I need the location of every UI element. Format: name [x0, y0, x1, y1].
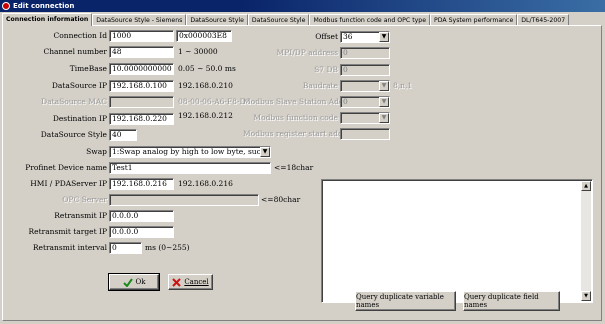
vertical-scrollbar[interactable]: ▲ ▼ [581, 181, 591, 301]
opc-server-hint: <=80char [261, 195, 301, 204]
chevron-down-icon[interactable]: ▼ [260, 147, 270, 157]
results-memo[interactable]: ▲ ▼ [321, 179, 593, 303]
datasource-mac-hint: 08-00-06-A6-F8-D6 [178, 97, 251, 106]
datasource-mac-input [109, 96, 174, 108]
offset-select[interactable]: 36 ▼ [340, 31, 390, 43]
channel-number-label: Channel number [43, 47, 107, 56]
profinet-label: Profinet Device name [25, 163, 107, 172]
timebase-hint: 0.05 ~ 50.0 ms [178, 64, 236, 73]
datasource-mac-label: DataSource MAC [41, 97, 107, 106]
hmi-ip-label: HMI / PDAServer IP [30, 179, 107, 188]
baudrate-label: Baudrate [302, 81, 338, 90]
offset-label: Offset [315, 32, 338, 41]
channel-number-hint: 1 ~ 30000 [178, 47, 218, 56]
scroll-down-icon[interactable]: ▼ [581, 291, 591, 301]
scroll-up-icon[interactable]: ▲ [581, 181, 591, 191]
retransmit-interval-input[interactable]: 0 [109, 242, 142, 254]
baudrate-hint: 8,n,1 [393, 81, 413, 90]
swap-label: Swap [86, 147, 107, 156]
baudrate-select: ▼ [340, 80, 390, 92]
modbus-register-label: Modbus register start address [243, 129, 359, 138]
opc-server-input [109, 194, 259, 206]
cancel-button[interactable]: Cancel [168, 274, 213, 290]
datasource-ip-hint: 192.168.0.210 [178, 81, 233, 90]
mpi-address-label: MPI/DP address [276, 48, 338, 57]
app-icon [2, 2, 10, 10]
destination-ip-input[interactable]: 192.168.0.220 [109, 113, 174, 125]
modbus-slave-label: Modbus Slave Station Address [243, 97, 360, 106]
connection-id-label: Connection Id [53, 31, 107, 40]
ok-button-label: Ok [135, 278, 146, 286]
title-bar: Edit connection [0, 0, 605, 12]
swap-select[interactable]: 1:Swap analog by high to low byte, such … [109, 146, 271, 158]
modbus-register-input [340, 128, 390, 140]
timebase-input[interactable]: 10.0000000000 [109, 63, 174, 75]
datasource-ip-label: DataSource IP [51, 81, 107, 90]
connection-id-input[interactable]: 1000 [109, 30, 174, 42]
destination-ip-label: Destination IP [52, 114, 107, 123]
hmi-ip-input[interactable]: 192.168.0.216 [109, 178, 174, 190]
chevron-down-icon: ▼ [379, 97, 389, 107]
datasource-style-input[interactable]: 40 [109, 129, 137, 141]
cancel-x-icon [172, 277, 182, 287]
query-duplicate-field-names-button[interactable]: Query duplicate field names [463, 291, 560, 311]
chevron-down-icon: ▼ [379, 81, 389, 91]
modbus-slave-select: 0 ▼ [340, 96, 390, 108]
tab-panel: Connection Id 1000 0x000003E8 Channel nu… [2, 25, 602, 321]
profinet-hint: <=18char [274, 163, 314, 172]
datasource-ip-input[interactable]: 192.168.0.100 [109, 80, 174, 92]
retransmit-ip-label: Retransmit IP [54, 211, 107, 220]
s7-db-input: 0 [340, 64, 390, 76]
hmi-ip-hint: 192.168.0.216 [178, 179, 233, 188]
chevron-down-icon: ▼ [379, 113, 389, 123]
tab-connection-information[interactable]: Connection information [2, 13, 93, 26]
destination-ip-hint: 192.168.0.212 [178, 111, 233, 120]
swap-select-value: 1:Swap analog by high to low byte, such … [109, 146, 271, 158]
timebase-label: TimeBase [69, 64, 107, 73]
mpi-address-input: 0 [340, 47, 390, 59]
profinet-input[interactable]: Test1 [109, 162, 271, 174]
checkmark-icon [122, 277, 133, 287]
ok-button[interactable]: Ok [108, 273, 160, 291]
datasource-style-label: DataSource Style [40, 130, 107, 139]
s7-db-label: S7 DB [314, 65, 338, 74]
retransmit-ip-input[interactable]: 0.0.0.0 [109, 210, 174, 222]
modbus-function-label: Modbus function code [253, 113, 338, 122]
retransmit-target-ip-label: Retransmit target IP [28, 227, 107, 236]
chevron-down-icon[interactable]: ▼ [379, 32, 389, 42]
retransmit-interval-label: Retransmit interval [32, 243, 107, 252]
retransmit-interval-hint: ms (0~255) [145, 243, 190, 252]
opc-server-label: OPC Server [62, 195, 107, 204]
cancel-button-label: Cancel [184, 278, 209, 286]
channel-number-input[interactable]: 48 [109, 46, 174, 58]
window-title: Edit connection [13, 2, 75, 10]
modbus-function-select: ▼ [340, 112, 390, 124]
connection-id-hex: 0x000003E8 [176, 30, 232, 42]
query-duplicate-variable-names-button[interactable]: Query duplicate variable names [355, 291, 456, 311]
retransmit-target-ip-input[interactable]: 0.0.0.0 [109, 226, 174, 238]
